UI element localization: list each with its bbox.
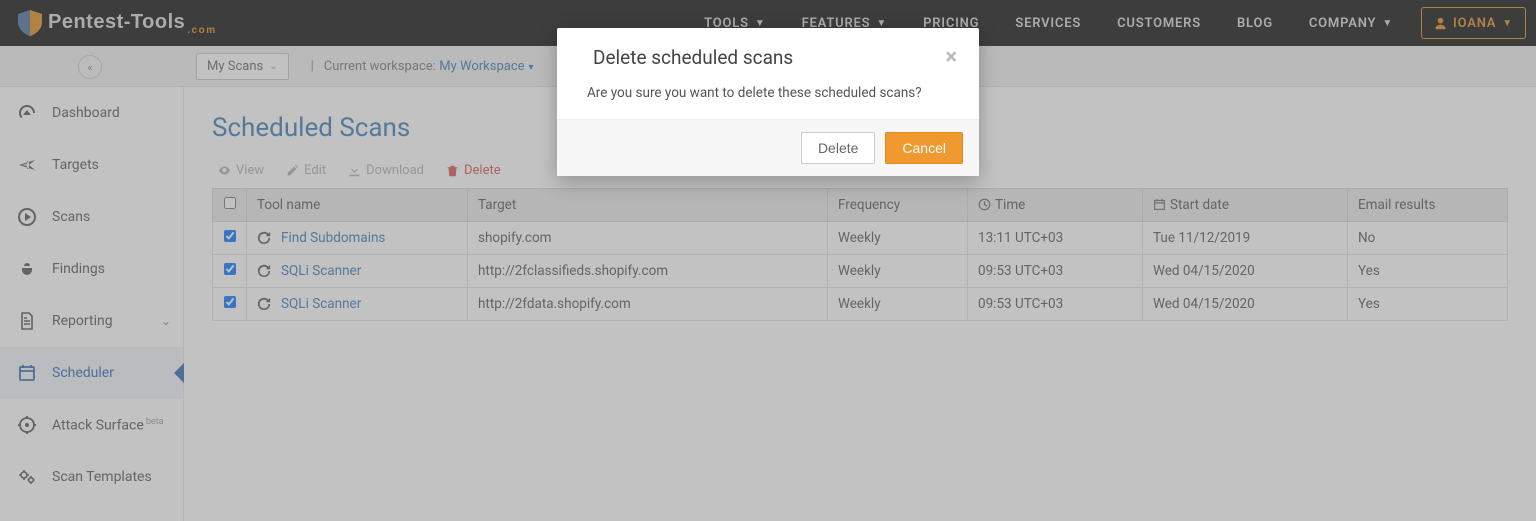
modal-body: Are you sure you want to delete these sc… xyxy=(557,85,979,119)
delete-button[interactable]: Delete xyxy=(801,132,875,164)
cancel-button[interactable]: Cancel xyxy=(885,132,963,164)
modal-title: Delete scheduled scans xyxy=(593,46,793,69)
delete-confirm-modal: Delete scheduled scans × Are you sure yo… xyxy=(557,28,979,176)
close-icon[interactable]: × xyxy=(945,47,957,69)
